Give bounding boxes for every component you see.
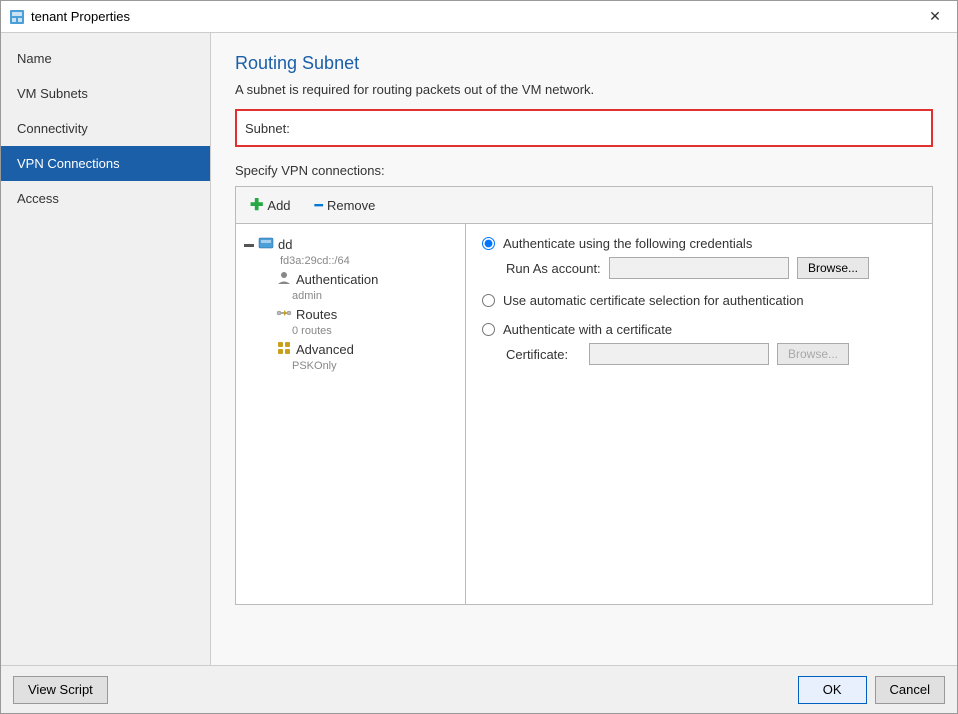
main-window: tenant Properties ✕ Name VM Subnets Conn… bbox=[0, 0, 958, 714]
node-label-routes: Routes bbox=[296, 307, 337, 322]
section-desc: A subnet is required for routing packets… bbox=[235, 82, 933, 97]
auth-radio-group: Authenticate using the following credent… bbox=[482, 236, 916, 365]
node-label-advanced: Advanced bbox=[296, 342, 354, 357]
add-label: Add bbox=[267, 198, 290, 213]
subnet-input[interactable] bbox=[325, 117, 923, 139]
credential-row: Run As account: Browse... bbox=[482, 257, 916, 279]
browse-button-2[interactable]: Browse... bbox=[777, 343, 849, 365]
radio-row-cert: Authenticate with a certificate bbox=[482, 322, 916, 337]
node-label-dd: dd bbox=[278, 237, 292, 252]
title-bar: tenant Properties ✕ bbox=[1, 1, 957, 33]
add-icon: ✚ bbox=[250, 195, 263, 215]
node-icon-routes bbox=[276, 305, 292, 324]
browse-button-1[interactable]: Browse... bbox=[797, 257, 869, 279]
add-button[interactable]: ✚ Add bbox=[246, 193, 295, 217]
node-icon-advanced bbox=[276, 340, 292, 359]
tree-node-routes[interactable]: Routes bbox=[236, 302, 465, 327]
tree-node-dd[interactable]: ▬ dd bbox=[236, 232, 465, 257]
run-as-label: Run As account: bbox=[506, 261, 601, 276]
certificate-input[interactable] bbox=[589, 343, 769, 365]
tree-node-authentication[interactable]: Authentication bbox=[236, 267, 465, 292]
remove-button[interactable]: ━ Remove bbox=[311, 195, 380, 216]
certificate-label: Certificate: bbox=[506, 347, 581, 362]
title-bar-left: tenant Properties bbox=[9, 9, 130, 25]
remove-label: Remove bbox=[327, 198, 375, 213]
radio-auto-cert[interactable] bbox=[482, 294, 495, 307]
tree-node-advanced[interactable]: Advanced bbox=[236, 337, 465, 362]
radio-cert[interactable] bbox=[482, 323, 495, 336]
vpn-panel: ✚ Add ━ Remove ▬ bbox=[235, 186, 933, 605]
node-sublabel-advanced: PSKOnly bbox=[236, 360, 465, 372]
radio-credentials-label: Authenticate using the following credent… bbox=[503, 236, 752, 251]
main-content: Routing Subnet A subnet is required for … bbox=[211, 33, 957, 665]
cancel-button[interactable]: Cancel bbox=[875, 676, 945, 704]
node-sublabel-authentication: admin bbox=[236, 290, 465, 302]
node-sublabel-dd: fd3a:29cd::/64 bbox=[236, 255, 465, 267]
ok-button[interactable]: OK bbox=[798, 676, 867, 704]
sidebar-item-access[interactable]: Access bbox=[1, 181, 210, 216]
window-body: Name VM Subnets Connectivity VPN Connect… bbox=[1, 33, 957, 665]
vpn-body: ▬ dd fd3a:29cd::/64 bbox=[236, 224, 932, 604]
node-label-authentication: Authentication bbox=[296, 272, 378, 287]
window-title: tenant Properties bbox=[31, 9, 130, 24]
footer-left: View Script bbox=[13, 676, 108, 704]
details-panel: Authenticate using the following credent… bbox=[466, 224, 932, 604]
view-script-button[interactable]: View Script bbox=[13, 676, 108, 704]
sidebar-item-vm-subnets[interactable]: VM Subnets bbox=[1, 76, 210, 111]
node-icon-dd bbox=[258, 235, 274, 254]
node-sublabel-routes: 0 routes bbox=[236, 325, 465, 337]
sidebar-item-vpn-connections[interactable]: VPN Connections bbox=[1, 146, 210, 181]
subnet-row: Subnet: bbox=[235, 109, 933, 147]
footer: View Script OK Cancel bbox=[1, 665, 957, 713]
footer-right: OK Cancel bbox=[798, 676, 945, 704]
remove-icon: ━ bbox=[315, 197, 323, 214]
cert-row: Certificate: Browse... bbox=[482, 343, 916, 365]
radio-credentials[interactable] bbox=[482, 237, 495, 250]
sidebar-item-name[interactable]: Name bbox=[1, 41, 210, 76]
section-title: Routing Subnet bbox=[235, 53, 933, 74]
tree-panel: ▬ dd fd3a:29cd::/64 bbox=[236, 224, 466, 604]
sidebar: Name VM Subnets Connectivity VPN Connect… bbox=[1, 33, 211, 665]
radio-row-credentials: Authenticate using the following credent… bbox=[482, 236, 916, 251]
run-as-input[interactable] bbox=[609, 257, 789, 279]
sidebar-item-connectivity[interactable]: Connectivity bbox=[1, 111, 210, 146]
subnet-label: Subnet: bbox=[245, 121, 325, 136]
radio-cert-label: Authenticate with a certificate bbox=[503, 322, 672, 337]
close-button[interactable]: ✕ bbox=[921, 6, 949, 28]
radio-row-auto-cert: Use automatic certificate selection for … bbox=[482, 293, 916, 308]
vpn-toolbar: ✚ Add ━ Remove bbox=[236, 187, 932, 224]
collapse-icon: ▬ bbox=[244, 239, 254, 250]
vpn-section-label: Specify VPN connections: bbox=[235, 163, 933, 178]
node-icon-authentication bbox=[276, 270, 292, 289]
radio-auto-cert-label: Use automatic certificate selection for … bbox=[503, 293, 804, 308]
window-icon bbox=[9, 9, 25, 25]
